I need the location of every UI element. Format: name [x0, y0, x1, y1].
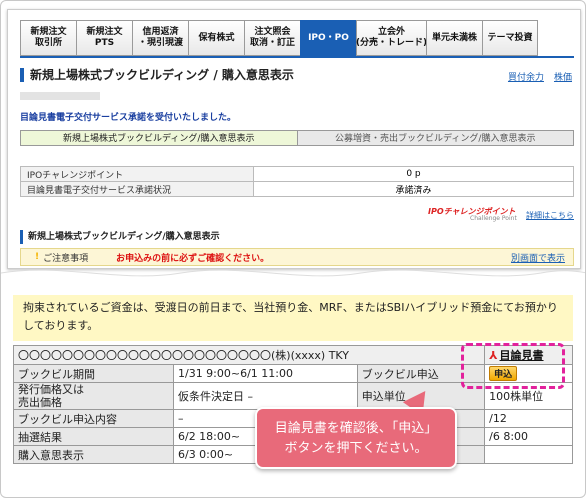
title-links: 買付余力 株価	[508, 70, 572, 83]
tab-underline	[20, 56, 574, 58]
purchase-intent-label: 購入意思表示	[13, 445, 174, 464]
page-title-text: 新規上場株式ブックビルディング / 購入意思表示	[30, 68, 294, 82]
tab-margin-settlement[interactable]: 信用返済 ・現引現渡	[132, 20, 188, 56]
callout-line-1: 目論見書を確認後、「申込」	[274, 421, 438, 436]
account-number-blurred	[20, 92, 100, 100]
tab-theme-invest[interactable]: テーマ投資	[482, 20, 538, 56]
highlight-dashed-box	[461, 343, 565, 389]
tab-ipo-po[interactable]: IPO・PO	[300, 20, 356, 56]
sub-tabs: 新規上場株式ブックビルディング/購入意思表示 公募増資・売出ブックビルディング/…	[20, 130, 574, 146]
ipo-challenge-sub: Challenge Point	[470, 215, 517, 222]
info-table: IPOチャレンジポイント 0 p 目論見書電子交付サービス承諾状況 承諾済み	[20, 166, 574, 197]
tab-new-order-pts[interactable]: 新規注文 PTS	[76, 20, 132, 56]
purchase-result-value	[484, 445, 573, 464]
apply-content-label: ブックビル申込内容	[13, 409, 174, 428]
caution-message: お申込みの前に必ずご確認ください。	[116, 253, 270, 264]
consent-status-value: 承諾済み	[253, 181, 574, 197]
info-row: 目論見書電子交付サービス承諾状況 承諾済み	[20, 181, 574, 197]
stock-price-link[interactable]: 株価	[554, 70, 572, 83]
issue-price-value: 仮条件決定日 –	[172, 382, 358, 410]
issue-price-label: 発行価格又は 売出価格	[13, 382, 174, 410]
tab-holdings[interactable]: 保有株式	[188, 20, 244, 56]
consent-notice: 目論見書電子交付サービス承諾を受付いたしました。	[20, 113, 237, 123]
ipo-points-label: IPOチャレンジポイント	[20, 166, 254, 182]
bookbuild-period-label: ブックビル期間	[13, 364, 174, 383]
buying-power-link[interactable]: 買付余力	[508, 70, 544, 83]
upper-panel: 新規注文 取引所 新規注文 PTS 信用返済 ・現引現渡 保有株式 注文照会 取…	[7, 9, 581, 269]
tab-off-floor[interactable]: 立会外 (分売・トレード)	[356, 20, 427, 56]
main-tabs: 新規注文 取引所 新規注文 PTS 信用返済 ・現引現渡 保有株式 注文照会 取…	[20, 20, 538, 56]
title-bar-decoration	[20, 67, 24, 82]
lower-panel: 拘束されているご資金は、受渡日の前日まで、当社預り金、MRF、またはSBIハイブ…	[7, 277, 579, 491]
explanation-box: 拘束されているご資金は、受渡日の前日まで、当社預り金、MRF、またはSBIハイブ…	[13, 295, 573, 341]
warning-icon: !	[35, 252, 40, 262]
tab-new-order-exchange[interactable]: 新規注文 取引所	[20, 20, 76, 56]
tab-order-inquiry[interactable]: 注文照会 取消・訂正	[244, 20, 300, 56]
bookbuild-period-value: 1/31 9:00~6/1 11:00	[172, 364, 358, 383]
section-title: 新規上場株式ブックビルディング/購入意思表示	[20, 230, 580, 244]
row4-value2: /6 8:00	[484, 427, 573, 446]
tab-odd-lot[interactable]: 単元未満株	[426, 20, 482, 56]
ipo-points-value: 0 p	[253, 166, 574, 182]
open-new-window-link[interactable]: 別画面で表示	[511, 251, 565, 264]
info-row: IPOチャレンジポイント 0 p	[20, 166, 574, 182]
caution-label: ご注意事項	[43, 253, 89, 264]
callout-line-2: ボタンを押下ください。	[284, 441, 428, 456]
screenshot-frame: 新規注文 取引所 新規注文 PTS 信用返済 ・現引現渡 保有株式 注文照会 取…	[0, 0, 586, 498]
lottery-result-label: 抽選結果	[13, 427, 174, 446]
subtab-public-offering[interactable]: 公募増資・売出ブックビルディング/購入意思表示	[297, 130, 574, 146]
detail-link[interactable]: 詳細はこちら	[526, 210, 574, 221]
row3-value2: /12	[484, 409, 573, 428]
listing-name: 〇〇〇〇〇〇〇〇〇〇〇〇〇〇〇〇〇〇〇〇〇〇〇(株)(xxxx) TKY	[12, 345, 486, 365]
subtab-new-listing[interactable]: 新規上場株式ブックビルディング/購入意思表示	[20, 130, 298, 146]
instruction-callout: 目論見書を確認後、「申込」 ボタンを押下ください。	[255, 407, 457, 469]
consent-status-label: 目論見書電子交付サービス承諾状況	[20, 181, 254, 197]
page-title: 新規上場株式ブックビルディング / 購入意思表示	[20, 66, 294, 83]
